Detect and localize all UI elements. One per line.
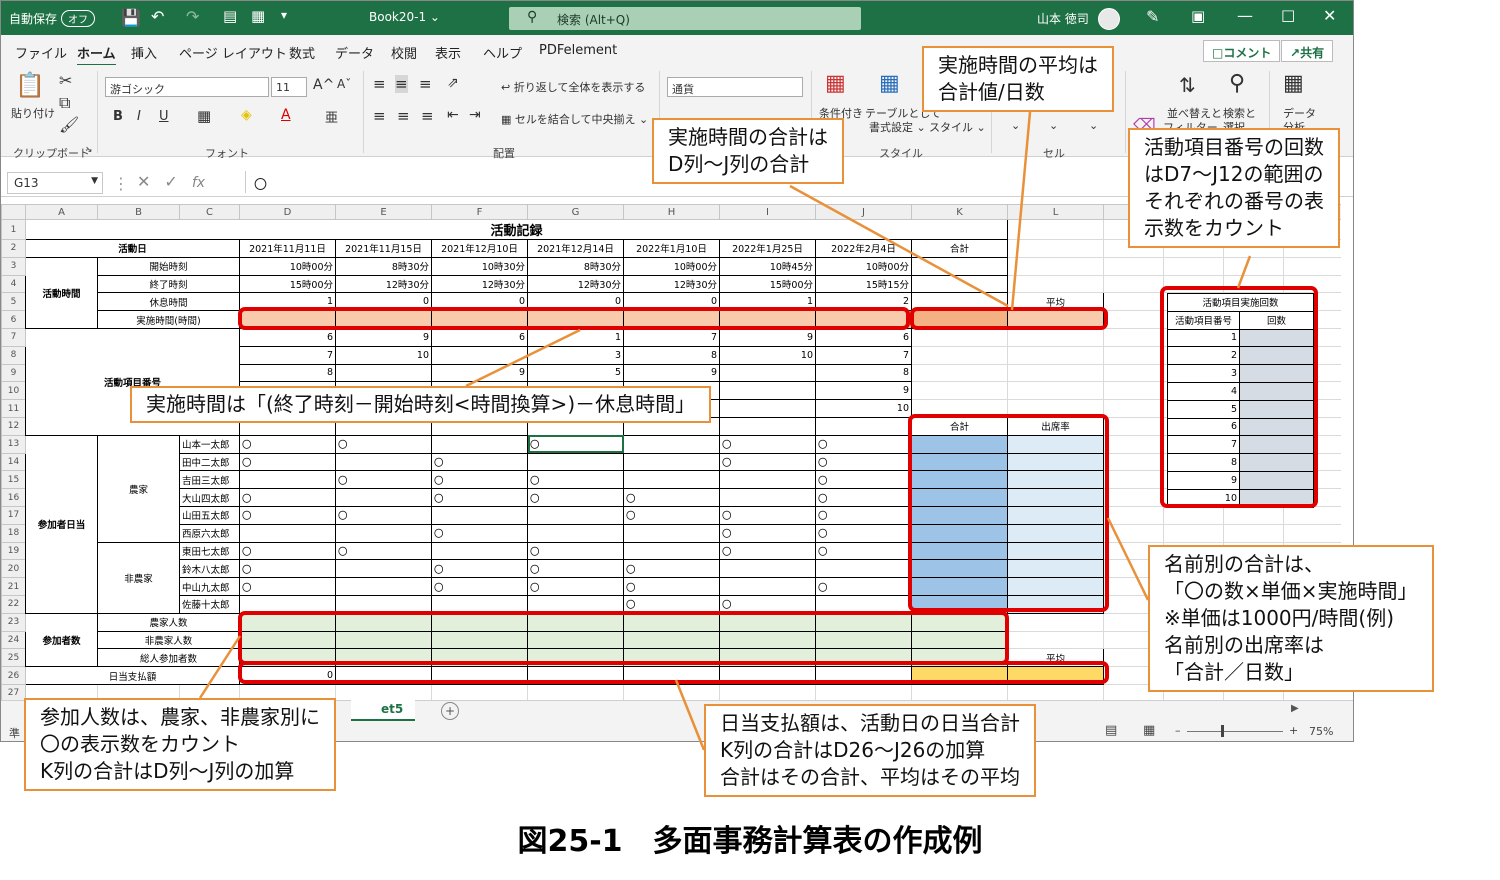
callout-daily-pay: 日当支払額は、活動日の日当合計 K列の合計はD26～J26の加算 合計はその合計、平… <box>704 704 1036 797</box>
callout-participants: 参加人数は、農家、非農家別に 〇の表示数をカウント K列の合計はD列～J列の加算 <box>24 698 336 791</box>
leader-work <box>465 328 581 388</box>
figure: 自動保存 オフ 💾 ↶ ↷ ▤ ▦ ▾ Book20-1 ⌄ ⚲ 検索 (Alt+Q… <box>0 0 1500 880</box>
leader-avg <box>1010 111 1032 311</box>
leader-count <box>198 635 242 699</box>
figure-caption: 図25-1 多面事務計算表の作成例 <box>517 824 983 859</box>
leader-name <box>1106 517 1150 601</box>
callout-frequency: 活動項目番号の回数 はD7～J12の範囲の それぞれの番号の表 示数をカウント <box>1128 128 1340 248</box>
callout-work-hours: 実施時間は「(終了時刻－開始時刻<時間換算>)－休息時間」 <box>130 386 712 423</box>
leader-pay <box>674 679 706 751</box>
callout-sum: 実施時間の合計は D列～J列の合計 <box>652 118 844 184</box>
leader-sum <box>789 184 1009 308</box>
callout-average: 実施時間の平均は 合計値/日数 <box>922 46 1114 112</box>
callout-name-totals: 名前別の合計は、 「〇の数×単価×実施時間」 ※単価は1000円/時間(例) 名前別の… <box>1148 545 1434 692</box>
leader-freq <box>1236 255 1252 289</box>
